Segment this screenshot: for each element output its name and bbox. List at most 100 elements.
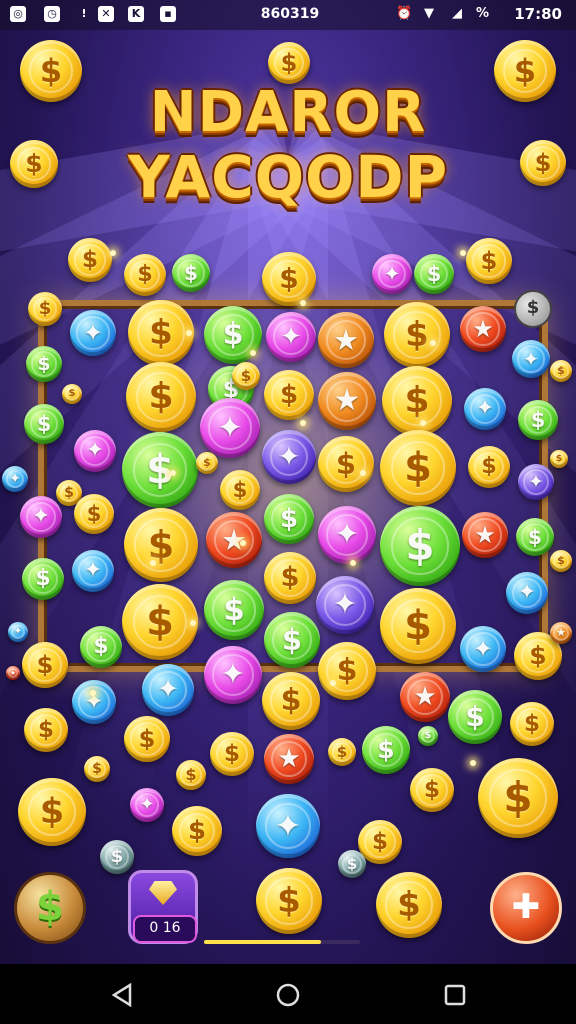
pink-coin[interactable]: ✦ — [372, 254, 412, 294]
board-corner-badge[interactable]: $ — [514, 290, 552, 328]
gold-coin[interactable]: $ — [382, 366, 452, 436]
gold-coin[interactable]: $ — [264, 552, 316, 604]
purple-coin[interactable]: ✦ — [518, 464, 554, 500]
sparkle — [300, 420, 306, 426]
sparkle — [420, 420, 426, 426]
red-coin[interactable]: ★ — [400, 672, 450, 722]
green-coin[interactable]: $ — [362, 726, 410, 774]
gold-coin[interactable]: $ — [410, 768, 454, 812]
pink-coin[interactable]: ✦ — [266, 312, 316, 362]
green-coin[interactable]: $ — [26, 346, 62, 382]
gold-coin[interactable]: $ — [520, 140, 566, 186]
blue-coin[interactable]: ✦ — [506, 572, 548, 614]
gold-coin[interactable]: $ — [196, 452, 218, 474]
green-coin[interactable]: $ — [414, 254, 454, 294]
gold-coin[interactable]: $ — [550, 450, 568, 468]
gold-coin[interactable]: $ — [232, 362, 260, 390]
gold-coin[interactable]: $ — [24, 708, 68, 752]
purple-coin[interactable]: ✦ — [316, 576, 374, 634]
gold-coin[interactable]: $ — [10, 140, 58, 188]
gold-coin[interactable]: $ — [124, 508, 198, 582]
dollar-button[interactable]: $ — [14, 872, 86, 944]
gold-coin[interactable]: $ — [172, 806, 222, 856]
blue-coin[interactable]: ✦ — [460, 626, 506, 672]
gold-coin[interactable]: $ — [74, 494, 114, 534]
gold-coin[interactable]: $ — [210, 732, 254, 776]
green-coin[interactable]: $ — [122, 432, 198, 508]
gold-coin[interactable]: $ — [262, 672, 320, 730]
recents-icon[interactable] — [442, 982, 468, 1008]
green-coin[interactable]: $ — [22, 558, 64, 600]
blue-coin[interactable]: ✦ — [256, 794, 320, 858]
gold-coin[interactable]: $ — [466, 238, 512, 284]
game-title: NDAROR YACQODP — [80, 78, 496, 228]
orange-coin[interactable]: ★ — [318, 312, 374, 368]
red-coin[interactable]: ★ — [6, 666, 20, 680]
gold-coin[interactable]: $ — [220, 470, 260, 510]
gold-coin[interactable]: $ — [84, 756, 110, 782]
gold-coin[interactable]: $ — [20, 40, 82, 102]
gold-coin[interactable]: $ — [18, 778, 86, 846]
blue-coin[interactable]: ✦ — [72, 550, 114, 592]
gold-coin[interactable]: $ — [124, 254, 166, 296]
green-coin[interactable]: $ — [516, 518, 554, 556]
pink-coin[interactable]: ✦ — [130, 788, 164, 822]
green-coin[interactable]: $ — [380, 506, 460, 586]
green-coin[interactable]: $ — [80, 626, 122, 668]
green-coin[interactable]: $ — [418, 726, 438, 746]
green-coin[interactable]: $ — [264, 494, 314, 544]
gold-coin[interactable]: $ — [318, 642, 376, 700]
gold-coin[interactable]: $ — [124, 716, 170, 762]
gold-coin[interactable]: $ — [264, 370, 314, 420]
gold-coin[interactable]: $ — [328, 738, 356, 766]
gold-coin[interactable]: $ — [318, 436, 374, 492]
orange-coin[interactable]: ★ — [550, 622, 572, 644]
home-icon[interactable] — [275, 982, 301, 1008]
gold-coin[interactable]: $ — [126, 362, 196, 432]
gold-coin[interactable]: $ — [122, 584, 198, 660]
green-coin[interactable]: $ — [448, 690, 502, 744]
gold-coin[interactable]: $ — [494, 40, 556, 102]
green-coin[interactable]: $ — [518, 400, 558, 440]
blue-coin[interactable]: ✦ — [8, 622, 28, 642]
green-coin[interactable]: $ — [172, 254, 210, 292]
gold-coin[interactable]: $ — [380, 430, 456, 506]
gold-coin[interactable]: $ — [468, 446, 510, 488]
purple-coin[interactable]: ✦ — [262, 430, 316, 484]
hammer-button[interactable]: ✚ — [490, 872, 562, 944]
red-coin[interactable]: ★ — [264, 734, 314, 784]
gold-coin[interactable]: $ — [510, 702, 554, 746]
blue-coin[interactable]: ✦ — [2, 466, 28, 492]
gold-coin[interactable]: $ — [380, 588, 456, 664]
gold-coin[interactable]: $ — [384, 302, 450, 368]
pink-coin[interactable]: ✦ — [200, 398, 260, 458]
gold-coin[interactable]: $ — [22, 642, 68, 688]
gold-coin[interactable]: $ — [478, 758, 558, 838]
pink-coin[interactable]: ✦ — [74, 430, 116, 472]
gold-coin[interactable]: $ — [176, 760, 206, 790]
red-coin[interactable]: ★ — [462, 512, 508, 558]
orange-coin[interactable]: ★ — [318, 372, 376, 430]
red-coin[interactable]: ★ — [460, 306, 506, 352]
blue-coin[interactable]: ✦ — [72, 680, 116, 724]
gem-counter[interactable]: 0 16 — [128, 870, 198, 944]
green-coin[interactable]: $ — [24, 404, 64, 444]
green-coin[interactable]: $ — [264, 612, 320, 668]
pink-coin[interactable]: ✦ — [204, 646, 262, 704]
blue-coin[interactable]: ✦ — [142, 664, 194, 716]
blue-coin[interactable]: ✦ — [512, 340, 550, 378]
gold-coin[interactable]: $ — [550, 360, 572, 382]
gold-coin[interactable]: $ — [550, 550, 572, 572]
gold-coin[interactable]: $ — [28, 292, 62, 326]
back-icon[interactable] — [110, 982, 136, 1008]
gold-coin[interactable]: $ — [128, 300, 194, 366]
pink-coin[interactable]: ✦ — [20, 496, 62, 538]
gold-coin[interactable]: $ — [262, 252, 316, 306]
pink-coin[interactable]: ✦ — [318, 506, 376, 564]
green-coin[interactable]: $ — [204, 580, 264, 640]
gold-coin[interactable]: $ — [68, 238, 112, 282]
gold-coin[interactable]: $ — [62, 384, 82, 404]
blue-coin[interactable]: ✦ — [464, 388, 506, 430]
red-coin[interactable]: ★ — [206, 512, 262, 568]
blue-coin[interactable]: ✦ — [70, 310, 116, 356]
